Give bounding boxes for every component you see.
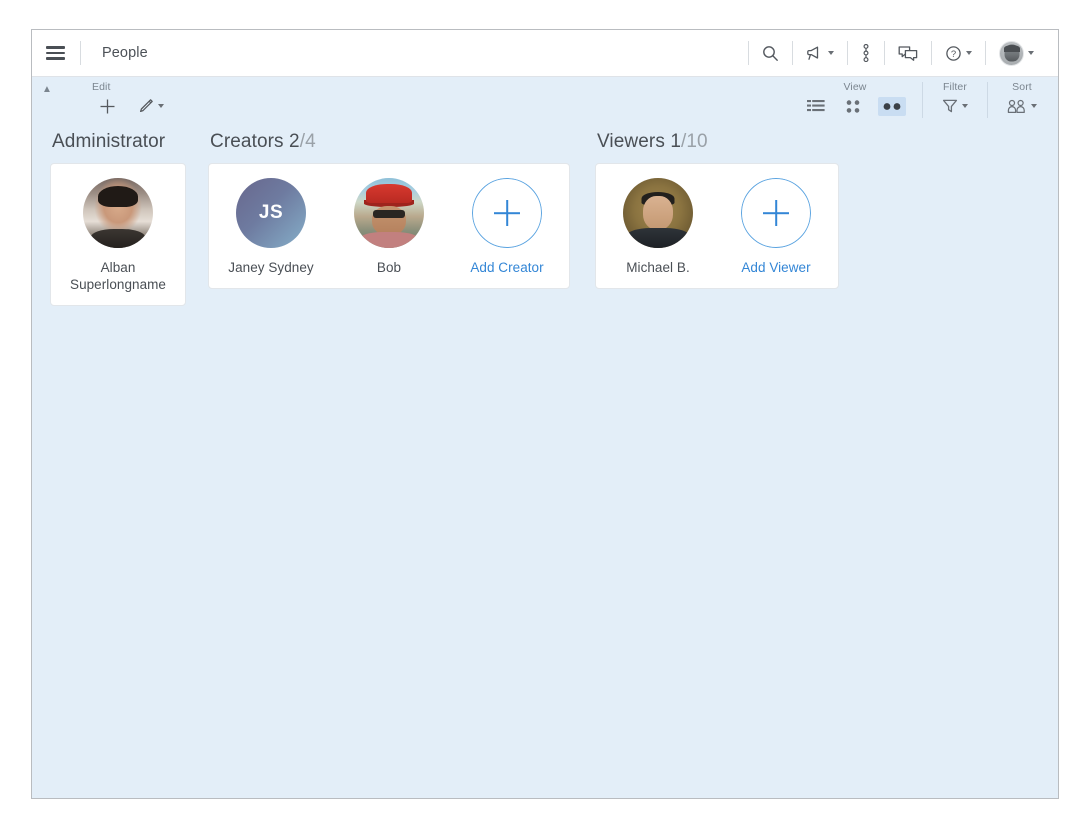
add-circle-icon — [741, 178, 811, 248]
chevron-down-icon — [1031, 104, 1037, 108]
add-creator-label: Add Creator — [470, 260, 544, 275]
avatar — [83, 178, 153, 248]
sort-group-label: Sort — [1012, 81, 1032, 93]
person-name: Bob — [376, 260, 402, 275]
chevron-up-icon[interactable]: ▲ — [42, 85, 52, 95]
filter-group-label: Filter — [943, 81, 967, 93]
svg-text:?: ? — [951, 49, 956, 60]
section-title: Viewers 1/10 — [597, 131, 839, 153]
avatar — [623, 178, 693, 248]
avatar: JS — [236, 178, 306, 248]
funnel-icon[interactable] — [939, 96, 971, 116]
chevron-down-icon — [158, 104, 164, 108]
toolbar-separator — [922, 82, 923, 118]
sort-group: Sort — [1004, 77, 1040, 117]
edit-group-label: Edit — [92, 81, 111, 93]
header-divider — [884, 41, 885, 65]
people-content: Administrator Alban Superlongname Creato… — [32, 123, 1058, 798]
announcements-icon[interactable] — [795, 30, 845, 76]
header-divider — [792, 41, 793, 65]
section-title-text: Viewers — [597, 131, 665, 152]
filter-group: Filter — [939, 77, 971, 117]
person-card[interactable]: Bob — [343, 178, 435, 276]
chevron-down-icon — [828, 51, 834, 55]
section-title: Administrator — [52, 131, 186, 153]
person-card[interactable]: Michael B. — [612, 178, 704, 276]
header-actions: ? — [746, 30, 1058, 76]
people-sort-icon[interactable] — [1004, 97, 1040, 116]
section-creators: Creators 2/4 JS Janey Sydney Bob Add Cre… — [208, 131, 570, 289]
person-card[interactable]: JS Janey Sydney — [225, 178, 317, 276]
administrator-card: Alban Superlongname — [50, 163, 186, 306]
section-title-text: Administrator — [52, 131, 166, 152]
view-large-icon[interactable] — [878, 96, 906, 116]
person-name: Michael B. — [626, 260, 690, 275]
toolbar-separator — [987, 82, 988, 118]
viewers-card: Michael B. Add Viewer — [595, 163, 839, 289]
header-divider — [985, 41, 986, 65]
chevron-down-icon — [962, 104, 968, 108]
section-administrator: Administrator Alban Superlongname — [50, 131, 186, 306]
action-toolbar: ▲ Edit Search View Filter Sort — [32, 77, 1058, 198]
view-grid-icon[interactable] — [842, 97, 864, 116]
creators-card: JS Janey Sydney Bob Add Creator — [208, 163, 570, 289]
add-viewer-button[interactable]: Add Viewer — [730, 178, 822, 276]
help-icon[interactable]: ? — [934, 30, 983, 76]
avatar — [354, 178, 424, 248]
header-divider — [847, 41, 848, 65]
hamburger-icon[interactable] — [32, 43, 78, 63]
view-list-icon[interactable] — [804, 97, 828, 115]
header-divider — [80, 41, 81, 65]
avatar — [999, 40, 1024, 66]
search-icon[interactable] — [751, 30, 790, 76]
view-group-label: View — [843, 81, 867, 93]
person-card[interactable]: Alban Superlongname — [67, 178, 169, 293]
section-title: Creators 2/4 — [210, 131, 570, 153]
edit-group: Edit — [90, 77, 167, 117]
person-name: Janey Sydney — [228, 260, 314, 275]
view-filter-sort-groups: View Filter Sort — [804, 77, 1058, 123]
chevron-down-icon — [966, 51, 972, 55]
view-group: View — [804, 77, 906, 117]
app-header: People ? — [32, 30, 1058, 77]
section-count: 1 — [670, 131, 681, 152]
page-title: People — [102, 45, 148, 61]
chat-icon[interactable] — [887, 30, 929, 76]
add-viewer-label: Add Viewer — [741, 260, 811, 275]
section-total: /10 — [681, 131, 708, 152]
pencil-icon[interactable] — [135, 96, 167, 116]
app-window: People ? ▲ Edit Search View Filter Sort … — [31, 29, 1059, 799]
header-divider — [931, 41, 932, 65]
section-count: 2 — [289, 131, 300, 152]
header-divider — [748, 41, 749, 65]
person-name: Alban Superlongname — [70, 260, 166, 292]
people-sections: Administrator Alban Superlongname Creato… — [32, 123, 1058, 306]
add-creator-button[interactable]: Add Creator — [461, 178, 553, 276]
chevron-down-icon — [1028, 51, 1034, 55]
workflow-icon[interactable] — [850, 30, 882, 76]
section-total: /4 — [299, 131, 316, 152]
avatar-initials: JS — [236, 178, 306, 248]
plus-icon[interactable] — [96, 96, 119, 117]
section-title-text: Creators — [210, 131, 284, 152]
user-menu[interactable] — [988, 30, 1045, 76]
section-viewers: Viewers 1/10 Michael B. Add Viewer — [595, 131, 839, 289]
add-circle-icon — [472, 178, 542, 248]
